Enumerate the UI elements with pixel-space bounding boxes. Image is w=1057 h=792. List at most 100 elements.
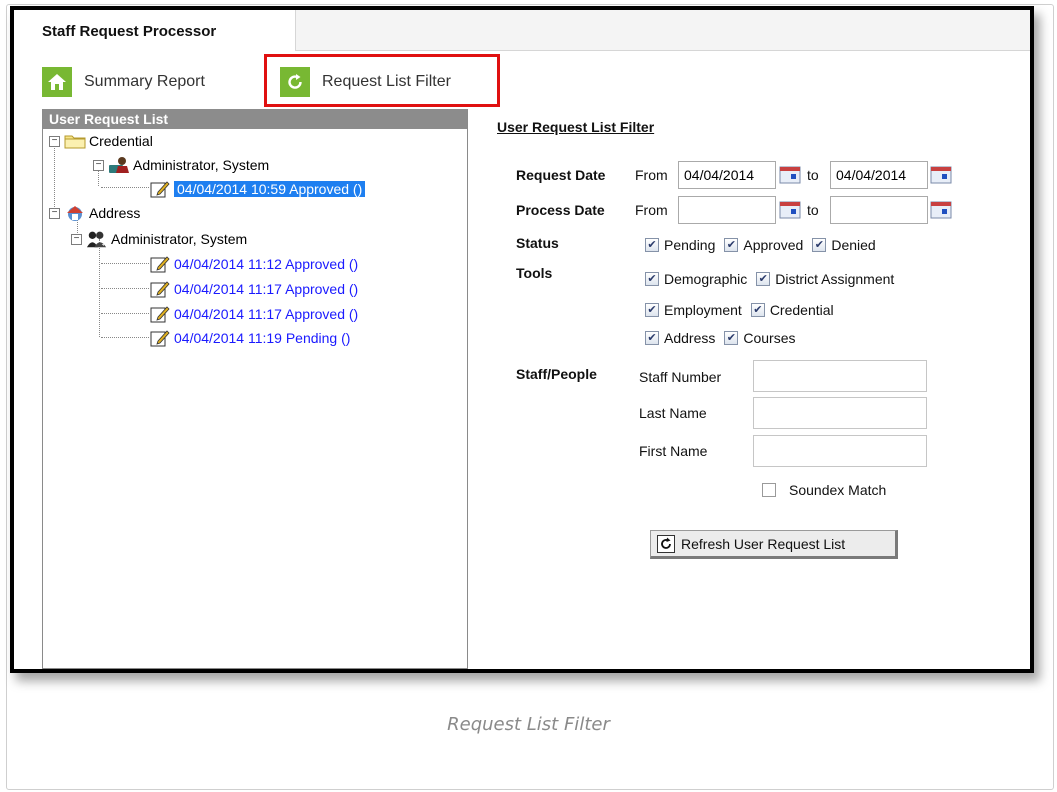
request-to-label: to [807,167,819,183]
home-icon [42,67,72,97]
tree-label-address: Address [89,205,141,221]
tree-node-request[interactable]: 04/04/2014 10:59 Approved () [149,177,366,201]
folder-icon [64,132,86,150]
process-from-label: From [635,202,668,218]
checkbox-unchecked-icon [762,483,776,497]
collapse-icon[interactable]: − [49,135,60,147]
status-denied-checkbox[interactable]: ✔ Denied [812,237,876,253]
tools-label: Tools [516,265,553,281]
tree-line [99,239,100,337]
tools-option-label: District Assignment [775,271,895,287]
status-label: Status [516,235,559,251]
process-date-to-input[interactable] [830,196,928,224]
figure-caption: Request List Filter [447,714,610,735]
request-item-link: 04/04/2014 11:17 Approved () [174,306,359,322]
tree-line [101,337,149,338]
calendar-icon[interactable] [779,201,801,219]
request-date-label: Request Date [516,167,606,183]
request-item-link: 04/04/2014 11:17 Approved () [174,281,359,297]
staff-number-input[interactable] [753,360,927,392]
toolbar: Summary Report Request List Filter [14,51,1030,111]
refresh-icon [280,67,310,97]
request-date-to-input[interactable] [830,161,928,189]
tools-district-assignment-checkbox[interactable]: ✔ District Assignment [756,271,894,287]
tools-option-label: Credential [769,302,834,318]
first-name-input[interactable] [753,435,927,467]
edit-note-icon [149,255,171,273]
last-name-input[interactable] [753,397,927,429]
tree-node-request[interactable]: 04/04/2014 11:17 Approved () [149,277,358,301]
edit-note-icon [149,180,171,198]
address-icon [64,204,86,222]
request-list-filter-label: Request List Filter [322,73,451,90]
collapse-icon[interactable]: − [93,159,104,171]
user-icon [108,156,130,174]
tools-option-label: Address [664,330,716,346]
app-tab[interactable]: Staff Request Processor [14,10,296,51]
collapse-icon[interactable]: − [71,233,82,245]
tools-option-label: Employment [664,302,742,318]
checkbox-checked-icon: ✔ [645,272,659,286]
tools-courses-checkbox[interactable]: ✔ Courses [724,330,796,346]
tools-demographic-checkbox[interactable]: ✔ Demographic [645,271,747,287]
checkbox-checked-icon: ✔ [645,331,659,345]
tree-node-credential[interactable]: − Credential [49,129,153,153]
status-pending-checkbox[interactable]: ✔ Pending [645,237,715,253]
user-group-icon: + [86,230,108,248]
edit-note-icon [149,280,171,298]
app-title: Staff Request Processor [42,23,217,40]
tree-node-request[interactable]: 04/04/2014 11:12 Approved () [149,252,358,276]
checkbox-checked-icon: ✔ [750,303,765,317]
tree-node-address[interactable]: − Address [49,201,140,225]
tree-node-address-user[interactable]: − + Administrator, System [71,227,247,251]
request-item-link: 04/04/2014 11:12 Approved () [174,256,359,272]
tree-node-request[interactable]: 04/04/2014 11:17 Approved () [149,302,358,326]
tools-employment-checkbox[interactable]: ✔ Employment [645,302,742,318]
tools-checkboxes-row-2: ✔ Employment ✔ Credential [645,302,843,318]
tree-label-credential: Credential [89,133,153,149]
tree-node-request[interactable]: 04/04/2014 11:19 Pending () [149,326,350,350]
checkbox-checked-icon: ✔ [756,272,771,286]
tree-node-credential-user[interactable]: − Administrator, System [93,153,269,177]
tree-label-address-user: Administrator, System [111,231,248,247]
filter-title: User Request List Filter [497,119,655,135]
edit-note-icon [149,305,171,323]
tree-line [101,313,149,314]
tools-option-label: Courses [743,330,796,346]
process-date-label: Process Date [516,202,605,218]
calendar-icon[interactable] [930,166,952,184]
last-name-label: Last Name [639,405,707,421]
tools-checkboxes-row-1: ✔ Demographic ✔ District Assignment [645,271,903,287]
staff-people-label: Staff/People [516,366,597,382]
refresh-button-label: Refresh User Request List [681,535,846,552]
tab-strip [296,10,1030,51]
request-item-link: 04/04/2014 11:19 Pending () [174,330,351,346]
checkbox-checked-icon: ✔ [645,303,659,317]
request-list-filter-button[interactable]: Request List Filter [280,65,451,99]
collapse-icon[interactable]: − [49,207,60,219]
request-date-from-input[interactable] [678,161,776,189]
tools-option-label: Demographic [664,271,748,287]
tools-credential-checkbox[interactable]: ✔ Credential [750,302,834,318]
tree-line [101,288,149,289]
checkbox-checked-icon: ✔ [645,238,659,252]
summary-report-button[interactable]: Summary Report [42,65,205,99]
calendar-icon[interactable] [779,166,801,184]
app-window: Staff Request Processor Summary Report R… [10,6,1034,673]
status-option-label: Denied [831,237,876,253]
process-to-label: to [807,202,819,218]
calendar-icon[interactable] [930,201,952,219]
tree-line [101,187,149,188]
soundex-match-checkbox[interactable]: Soundex Match [762,482,886,498]
checkbox-checked-icon: ✔ [724,331,739,345]
status-approved-checkbox[interactable]: ✔ Approved [724,237,803,253]
filter-panel: User Request List Filter Request Date Fr… [469,109,1030,669]
process-date-from-input[interactable] [678,196,776,224]
first-name-label: First Name [639,443,708,459]
refresh-user-request-list-button[interactable]: Refresh User Request List [650,530,898,559]
tree-line [101,263,149,264]
soundex-match-label: Soundex Match [789,482,887,498]
tools-address-checkbox[interactable]: ✔ Address [645,330,715,346]
summary-report-label: Summary Report [84,73,205,90]
checkbox-checked-icon: ✔ [812,238,827,252]
